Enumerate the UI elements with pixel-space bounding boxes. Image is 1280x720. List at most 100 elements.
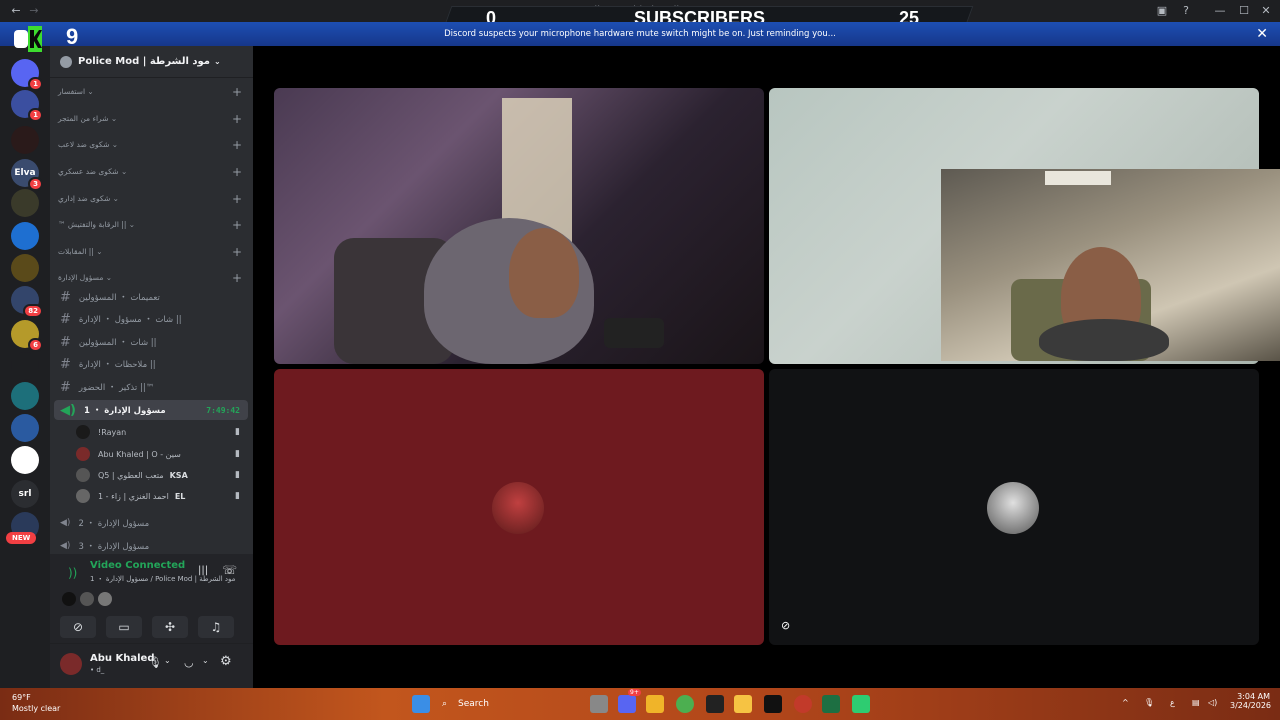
chevron-down-icon: ⌄ <box>103 273 113 282</box>
server-icon[interactable] <box>11 352 39 380</box>
minimize-icon[interactable]: — <box>1212 3 1228 19</box>
add-channel-icon[interactable]: + <box>232 112 242 126</box>
server-label: srl <box>18 489 32 499</box>
signal-icon[interactable]: )) <box>68 566 77 580</box>
category-header[interactable]: ™ الرقابة والتفتيش || ⌄ + <box>58 218 248 234</box>
participant-avatar <box>80 592 94 606</box>
server-icon[interactable]: 1 <box>11 59 43 91</box>
disconnect-icon[interactable]: ☏ <box>222 563 237 577</box>
member-avatar <box>76 489 90 503</box>
text-channel[interactable]: # شات ・ المسؤولين || <box>54 332 248 352</box>
discord-alt-icon[interactable] <box>646 695 664 713</box>
noise-suppression-icon[interactable]: ||| <box>198 565 208 576</box>
app-icon[interactable] <box>852 695 870 713</box>
settings-gear-icon[interactable]: ⚙ <box>220 654 232 669</box>
voice-channel-active[interactable]: ◀) مسؤول الإدارة ・ 1 7:49:42 <box>54 400 248 420</box>
mic-mute-notice: Discord suspects your microphone hardwar… <box>0 22 1280 46</box>
category-header[interactable]: شكوى ضد عسكري ⌄ + <box>58 165 248 181</box>
voice-channel[interactable]: ◀) مسؤول الإدارة ・ 3 <box>54 536 248 556</box>
server-icon[interactable] <box>11 382 39 410</box>
add-channel-icon[interactable]: + <box>232 192 242 206</box>
microphone-icon[interactable]: 🎙 <box>148 656 162 669</box>
close-window-icon[interactable]: ✕ <box>1258 3 1274 19</box>
language-indicator[interactable]: ع <box>1170 698 1175 707</box>
network-icon[interactable]: ▤ <box>1192 698 1200 707</box>
server-icon[interactable]: 6 <box>11 320 43 352</box>
voice-channel-label: مسؤول الإدارة ・ 3 <box>78 542 150 552</box>
text-channel[interactable]: # ملاحظات ・ الإدارة || <box>54 354 248 374</box>
server-icon[interactable] <box>11 126 39 154</box>
task-view-icon[interactable] <box>590 695 608 713</box>
chrome-icon[interactable] <box>676 695 694 713</box>
server-icon[interactable] <box>11 254 39 282</box>
add-channel-icon[interactable]: + <box>232 165 242 179</box>
text-channel[interactable]: # تعميمات ・ المسؤولين <box>54 287 248 307</box>
video-tile-camera-1[interactable] <box>274 88 764 364</box>
user-avatar[interactable] <box>60 653 82 675</box>
video-tile-audio-1[interactable] <box>274 369 764 645</box>
category-header[interactable]: شكوى ضد لاعب ⌄ + <box>58 138 248 154</box>
add-channel-icon[interactable]: + <box>232 245 242 259</box>
ctrl-app-icon[interactable] <box>706 695 724 713</box>
text-channel[interactable]: # تذكير ・ الحضور ||™ <box>54 377 248 397</box>
server-icon[interactable]: Elva 3 <box>11 159 43 191</box>
headphones-icon[interactable]: ◡ <box>184 656 194 669</box>
category-header[interactable]: شراء من المتجر ⌄ + <box>58 112 248 128</box>
activities-button[interactable]: ✣ <box>152 616 188 638</box>
server-icon[interactable] <box>11 189 39 217</box>
volume-icon[interactable]: ◁) <box>1208 698 1217 707</box>
server-icon[interactable]: 82 <box>11 286 43 318</box>
muted-icon: ⊘ <box>781 619 791 632</box>
help-icon[interactable]: ? <box>1178 3 1194 19</box>
windows-start-icon[interactable] <box>412 695 430 713</box>
maximize-icon[interactable]: ☐ <box>1236 3 1252 19</box>
inbox-icon[interactable]: ▣ <box>1154 3 1170 19</box>
file-explorer-icon[interactable] <box>734 695 752 713</box>
user-name[interactable]: Abu Khaled <box>90 653 154 664</box>
clock[interactable]: 3:04 AM 3/24/2026 <box>1230 692 1271 710</box>
server-icon[interactable] <box>11 414 39 442</box>
member-name: Q5 | متعب العطوي <box>98 470 164 480</box>
voice-member[interactable]: Q5 | متعب العطوي KSA ▮ <box>76 466 246 484</box>
app-icon[interactable] <box>794 695 812 713</box>
person-body <box>1039 319 1169 361</box>
server-icon[interactable]: srl <box>11 480 39 508</box>
voice-member[interactable]: Abu Khaled | O - سين ▮ <box>76 445 246 463</box>
voice-channel-path[interactable]: مسؤول الإدارة ・ 1 / Police Mod | مود الش… <box>90 574 235 584</box>
taskbar-search[interactable]: ⌕ Search <box>436 696 546 712</box>
discord-taskbar-icon[interactable]: 9+ <box>618 689 641 713</box>
tray-chevron-icon[interactable]: ^ <box>1122 698 1129 707</box>
add-channel-icon[interactable]: + <box>232 138 242 152</box>
weather-widget[interactable]: 69°F Mostly clear <box>12 692 60 714</box>
category-header[interactable]: المقابلات || ⌄ + <box>58 245 248 261</box>
category-label: ™ الرقابة والتفتيش || <box>58 220 127 229</box>
server-icon[interactable] <box>11 222 39 250</box>
excel-icon[interactable] <box>822 695 840 713</box>
member-avatar <box>76 468 90 482</box>
tiktok-icon[interactable] <box>764 695 782 713</box>
add-channel-icon[interactable]: + <box>232 218 242 232</box>
text-channel[interactable]: # شات ・ مسؤول ・ الإدارة || <box>54 309 248 329</box>
chevron-down-icon[interactable]: ⌄ <box>164 656 171 665</box>
video-tile-camera-3[interactable] <box>941 169 1280 361</box>
voice-member[interactable]: !Rayan ▮ <box>76 423 246 441</box>
category-header[interactable]: مسؤول الإدارة ⌄ + <box>58 271 248 287</box>
category-header[interactable]: استفسار ⌄ + <box>58 85 248 101</box>
chevron-down-icon: ⌄ <box>109 140 119 149</box>
screen-share-button[interactable]: ▭ <box>106 616 142 638</box>
voice-member[interactable]: احمد الغنزي | زاء - 1 EL ▮ <box>76 487 246 505</box>
camera-off-button[interactable]: ⊘ <box>60 616 96 638</box>
tray-mic-icon[interactable]: 🎙 <box>1144 698 1154 707</box>
add-channel-icon[interactable]: + <box>232 85 242 99</box>
add-channel-icon[interactable]: + <box>232 271 242 285</box>
member-avatar <box>76 447 90 461</box>
category-header[interactable]: شكوى ضد إداري ⌄ + <box>58 192 248 208</box>
soundboard-button[interactable]: ♫ <box>198 616 234 638</box>
participant-avatar <box>492 482 544 534</box>
notice-close-icon[interactable]: ✕ <box>1256 22 1268 46</box>
server-icon[interactable] <box>11 446 39 474</box>
server-icon[interactable]: 1 <box>11 90 43 122</box>
chevron-down-icon[interactable]: ⌄ <box>202 656 209 665</box>
voice-channel[interactable]: ◀) مسؤول الإدارة ・ 2 <box>54 513 248 533</box>
video-tile-audio-2[interactable]: ⊘ <box>769 369 1259 645</box>
